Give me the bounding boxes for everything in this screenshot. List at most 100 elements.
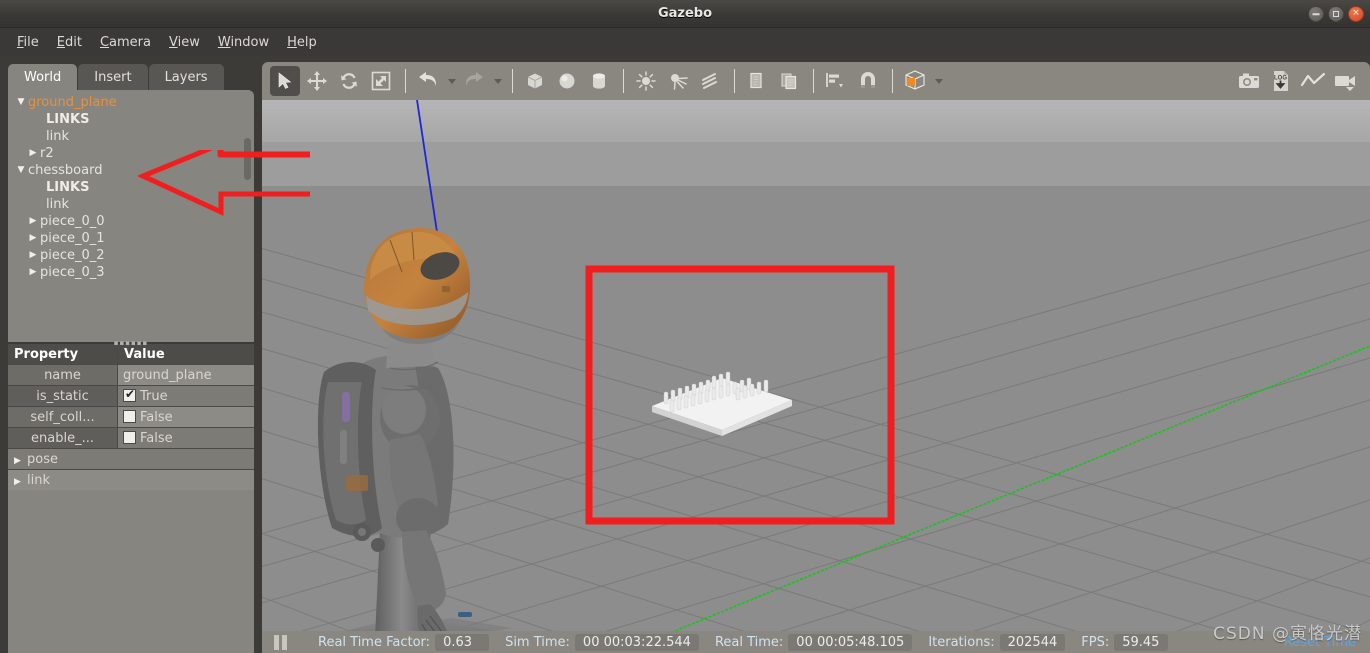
tree-item-piece-0-1[interactable]: ▶ piece_0_1 (8, 230, 254, 247)
label-fps: FPS: (1081, 634, 1110, 650)
close-icon: ✕ (1352, 8, 1360, 19)
tree-item-piece-0-3[interactable]: ▶ piece_0_3 (8, 264, 254, 281)
select-tool-button[interactable] (270, 66, 300, 96)
tree-item-piece-0-2[interactable]: ▶ piece_0_2 (8, 247, 254, 264)
scene-render (262, 100, 1370, 653)
twisty-down-icon[interactable]: ▼ (14, 162, 28, 179)
row-label-pose[interactable]: ▶ pose (8, 449, 254, 470)
row-value-self-collide[interactable]: False (118, 407, 254, 428)
menu-bar: File Edit Camera View Window Help (0, 28, 1370, 56)
rotate-tool-button[interactable] (334, 66, 364, 96)
menu-file[interactable]: File (8, 32, 48, 53)
table-row[interactable]: self_coll... False (8, 407, 254, 428)
tree-item-link-ground[interactable]: link (8, 128, 254, 145)
scene-viewport[interactable] (262, 100, 1370, 653)
splitter-handle[interactable]: ▪▪▪▪▪▪ (8, 341, 254, 345)
pause-icon-bar (273, 634, 279, 650)
spot-light-icon (671, 74, 688, 90)
tree-item-piece-0-0[interactable]: ▶ piece_0_0 (8, 213, 254, 230)
twisty-right-icon[interactable]: ▶ (14, 472, 27, 490)
twisty-right-icon[interactable]: ▶ (26, 264, 40, 281)
value-real-time-factor: 0.63 (435, 633, 490, 651)
menu-edit[interactable]: Edit (48, 32, 91, 53)
log-button[interactable]: LOG (1266, 66, 1296, 96)
gazebo-window: Gazebo ✕ File Edit Camera View Window He… (0, 0, 1370, 653)
row-value-text: True (140, 389, 168, 404)
insert-cylinder-button[interactable] (584, 66, 614, 96)
twisty-right-icon[interactable]: ▶ (26, 230, 40, 247)
menu-camera[interactable]: Camera (91, 32, 160, 53)
left-panel: World Insert Layers ▼ ground_plane LINKS … (0, 56, 262, 653)
insert-box-button[interactable] (520, 66, 550, 96)
minimize-button[interactable] (1308, 6, 1324, 22)
twisty-right-icon[interactable]: ▶ (26, 145, 40, 162)
window-title: Gazebo (657, 6, 713, 21)
view-angle-button[interactable] (900, 66, 930, 96)
point-light-icon (636, 71, 656, 91)
checkbox-checked-icon[interactable] (123, 386, 136, 402)
view-angle-dropdown[interactable] (932, 66, 946, 96)
tree-scrollbar-thumb[interactable] (244, 138, 251, 180)
row-label-link[interactable]: ▶ link (8, 470, 254, 491)
tree-item-ground-plane[interactable]: ▼ ground_plane (8, 94, 254, 111)
copy-button[interactable] (742, 66, 772, 96)
snap-button[interactable] (853, 66, 883, 96)
tree-item-link-chessboard[interactable]: link (8, 196, 254, 213)
header-property: Property (8, 344, 118, 365)
tab-world[interactable]: World (8, 64, 78, 92)
table-row[interactable]: ▶ link (8, 470, 254, 491)
tab-layers[interactable]: Layers (148, 64, 224, 92)
twisty-right-icon[interactable]: ▶ (14, 451, 27, 469)
render-area: LOG Real Time Factor: 0.63 Sim Time: 00 … (262, 56, 1370, 653)
twisty-down-icon[interactable]: ▼ (14, 94, 28, 111)
insert-sphere-button[interactable] (552, 66, 582, 96)
undo-history-dropdown[interactable] (445, 66, 459, 96)
world-tree[interactable]: ▼ ground_plane LINKS link ▶ r2 ▼ chessboard… (8, 90, 254, 342)
video-camera-icon (1335, 76, 1355, 91)
rotate-icon (341, 73, 357, 89)
twisty-right-icon[interactable]: ▶ (26, 247, 40, 264)
video-record-button[interactable] (1330, 66, 1360, 96)
row-label-is-static: is_static (8, 386, 118, 407)
table-row[interactable]: is_static True (8, 386, 254, 407)
twisty-right-icon[interactable]: ▶ (26, 213, 40, 230)
pause-button[interactable] (270, 633, 290, 651)
align-icon (826, 73, 843, 88)
paste-button[interactable] (774, 66, 804, 96)
insert-point-light-button[interactable] (631, 66, 661, 96)
tab-insert[interactable]: Insert (78, 64, 148, 92)
table-row[interactable]: ▶ pose (8, 449, 254, 470)
insert-spot-light-button[interactable] (663, 66, 693, 96)
copy-icon (750, 72, 762, 89)
checkbox-unchecked-icon[interactable] (123, 410, 136, 423)
maximize-button[interactable] (1328, 6, 1344, 22)
table-row[interactable]: name ground_plane (8, 365, 254, 386)
scale-tool-button[interactable] (366, 66, 396, 96)
toolbar-separator (512, 69, 513, 93)
tree-item-r2[interactable]: ▶ r2 (8, 145, 254, 162)
screenshot-button[interactable] (1234, 66, 1264, 96)
translate-tool-button[interactable] (302, 66, 332, 96)
menu-view[interactable]: View (160, 32, 209, 53)
redo-history-dropdown[interactable] (491, 66, 505, 96)
align-button[interactable] (821, 66, 851, 96)
paste-icon (781, 73, 797, 90)
insert-directional-light-button[interactable] (695, 66, 725, 96)
table-row[interactable]: enable_... False (8, 428, 254, 449)
cylinder-icon (593, 73, 605, 89)
pause-icon-bar (281, 634, 287, 650)
tree-item-chessboard[interactable]: ▼ chessboard (8, 162, 254, 179)
undo-button[interactable] (413, 66, 443, 96)
plot-line-icon (1300, 72, 1326, 87)
tree-item-links-chessboard: LINKS (46, 180, 90, 195)
row-label-text: link (27, 473, 50, 488)
property-panel-empty-area (8, 490, 254, 653)
close-button[interactable]: ✕ (1348, 6, 1364, 22)
row-value-is-static[interactable]: True (118, 386, 254, 407)
row-value-enable-wind[interactable]: False (118, 428, 254, 449)
menu-help[interactable]: Help (278, 32, 326, 53)
checkbox-unchecked-icon[interactable] (123, 431, 136, 444)
plot-button[interactable] (1298, 66, 1328, 96)
menu-window[interactable]: Window (209, 32, 278, 53)
redo-button[interactable] (459, 66, 489, 96)
